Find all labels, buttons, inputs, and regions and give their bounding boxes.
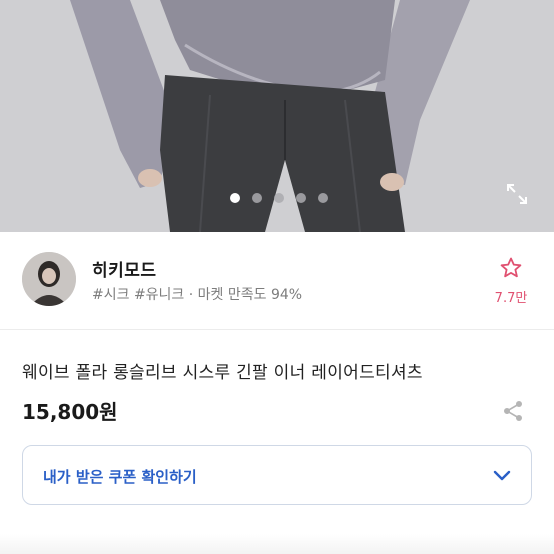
seller-info[interactable]: 히키모드 #시크 #유니크 · 마켓 만족도 94% 7.7만 [0, 238, 554, 330]
expand-icon [507, 184, 527, 204]
product-image-gallery[interactable] [0, 0, 554, 232]
gallery-dot-2[interactable] [252, 193, 262, 203]
chevron-down-icon [493, 470, 511, 481]
avatar-image [22, 252, 76, 306]
product-title: 웨이브 폴라 롱슬리브 시스루 긴팔 이너 레이어드티셔츠 [22, 363, 423, 383]
bottom-fade [0, 534, 554, 554]
coupon-label: 내가 받은 쿠폰 확인하기 [43, 468, 197, 486]
seller-tags: #시크 #유니크 · 마켓 만족도 94% [92, 287, 303, 303]
gallery-dot-3[interactable] [274, 193, 284, 203]
share-icon [504, 401, 522, 421]
seller-name[interactable]: 히키모드 [92, 256, 157, 281]
gallery-dot-1[interactable] [230, 193, 240, 203]
gallery-pagination [0, 193, 554, 203]
favorite-count: 7.7만 [494, 291, 528, 306]
expand-button[interactable] [505, 182, 529, 206]
gallery-dot-5[interactable] [318, 193, 328, 203]
coupon-check-button[interactable]: 내가 받은 쿠폰 확인하기 [22, 445, 532, 505]
share-button[interactable] [500, 398, 526, 424]
gallery-dot-4[interactable] [296, 193, 306, 203]
star-outline-icon [500, 257, 522, 278]
seller-avatar[interactable] [22, 252, 76, 306]
product-price: 15,800원 [22, 400, 118, 424]
favorite-button[interactable]: 7.7만 [486, 256, 536, 306]
